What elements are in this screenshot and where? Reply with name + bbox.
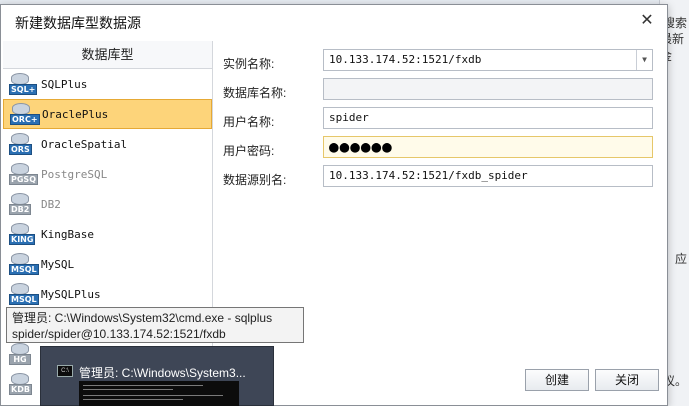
tooltip-line: spider/spider@10.133.174.52:1521/fxdb <box>12 327 226 341</box>
instance-row: 实例名称: 10.133.174.52:1521/fxdb ▼ <box>223 49 663 78</box>
database-icon: KING <box>9 223 36 245</box>
thumbnail-preview <box>79 381 239 406</box>
background-text: 应 <box>674 252 687 266</box>
username-field[interactable]: spider <box>323 107 653 129</box>
database-type-label: PostgreSQL <box>41 167 108 181</box>
dbname-field[interactable] <box>323 78 653 100</box>
alias-label: 数据源别名: <box>223 173 287 187</box>
database-type-label: SQLPlus <box>41 77 88 91</box>
username-label: 用户名称: <box>223 115 275 129</box>
database-type-label: MySQLPlus <box>41 287 101 301</box>
database-icon: SQL+ <box>9 73 38 95</box>
alias-row: 数据源别名: 10.133.174.52:1521/fxdb_spider <box>223 165 663 194</box>
username-row: 用户名称: spider <box>223 107 663 136</box>
database-type-item[interactable]: SQL+ SQLPlus <box>3 69 212 99</box>
database-icon: MSQL <box>9 253 39 275</box>
close-icon[interactable]: ✕ <box>637 11 657 31</box>
tooltip-line: 管理员: C:\Windows\System32\cmd.exe - sqlpl… <box>12 311 273 325</box>
database-icon: DB2 <box>9 193 33 215</box>
database-icon: ORS <box>9 133 33 155</box>
database-icon: ORC+ <box>10 103 40 125</box>
database-type-item[interactable]: ORS OracleSpatial <box>3 129 212 159</box>
create-button[interactable]: 创建 <box>525 369 589 391</box>
cmd-icon: C:\ <box>57 365 73 377</box>
database-type-item[interactable]: DB2 DB2 <box>3 189 212 219</box>
database-type-item[interactable]: PGSQ PostgreSQL <box>3 159 212 189</box>
thumbnail-title: 管理员: C:\Windows\System3... <box>79 366 246 380</box>
database-type-item[interactable]: MSQL MySQL <box>3 249 212 279</box>
password-row: 用户密码: ●●●●●● <box>223 136 663 165</box>
database-type-item[interactable]: ORC+ OraclePlus <box>3 99 212 129</box>
password-label: 用户密码: <box>223 144 275 158</box>
database-type-label: OraclePlus <box>42 107 109 121</box>
database-icon: KDB <box>9 373 33 395</box>
taskbar-thumbnail[interactable]: C:\ 管理员: C:\Windows\System3... <box>40 346 274 406</box>
database-type-item[interactable]: KING KingBase <box>3 219 212 249</box>
instance-select[interactable]: 10.133.174.52:1521/fxdb ▼ <box>323 49 653 71</box>
instance-label: 实例名称: <box>223 57 275 71</box>
close-button[interactable]: 关闭 <box>595 369 659 391</box>
dialog-titlebar: 新建数据库型数据源 ✕ <box>1 5 667 37</box>
dialog-title: 新建数据库型数据源 <box>15 15 141 31</box>
database-type-item[interactable]: MSQL MySQLPlus <box>3 279 212 309</box>
alias-field[interactable]: 10.133.174.52:1521/fxdb_spider <box>323 165 653 187</box>
password-field[interactable]: ●●●●●● <box>323 136 653 158</box>
database-type-label: OracleSpatial <box>41 137 128 151</box>
database-type-label: KingBase <box>41 227 94 241</box>
instance-value: 10.133.174.52:1521/fxdb <box>329 53 482 66</box>
connection-form: 实例名称: 10.133.174.52:1521/fxdb ▼ 数据库名称: 用… <box>223 49 663 194</box>
database-icon: MSQL <box>9 283 39 305</box>
dbname-row: 数据库名称: <box>223 78 663 107</box>
database-type-label: DB2 <box>41 197 61 211</box>
database-type-header: 数据库型 <box>3 41 212 69</box>
taskbar-tooltip: 管理员: C:\Windows\System32\cmd.exe - sqlpl… <box>6 307 304 343</box>
chevron-down-icon[interactable]: ▼ <box>636 50 652 70</box>
database-icon: PGSQ <box>9 163 38 185</box>
dbname-label: 数据库名称: <box>223 86 287 100</box>
database-type-label: MySQL <box>41 257 75 271</box>
database-icon: HG <box>9 343 33 365</box>
